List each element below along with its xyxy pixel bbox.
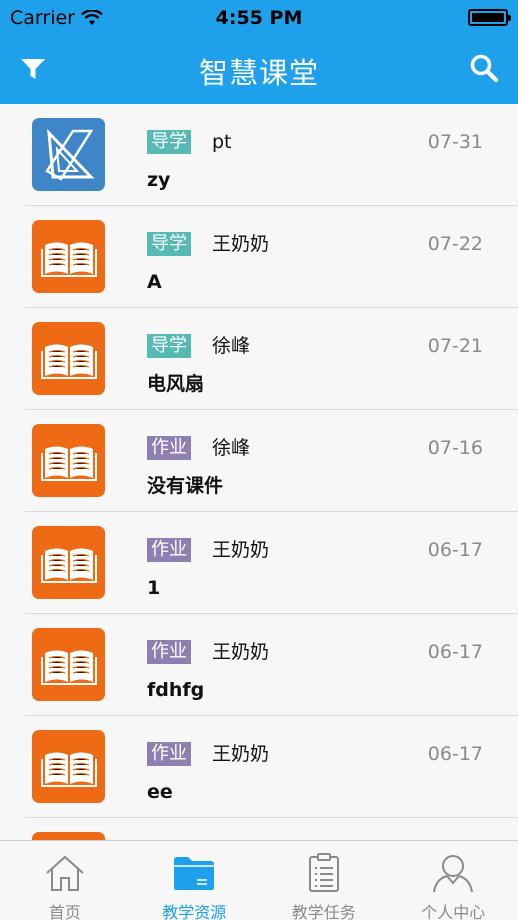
list-item[interactable]: 作业 王奶奶 06-17 fdhfg <box>0 614 518 716</box>
resource-name: fdhfg <box>147 679 205 701</box>
home-icon <box>0 851 130 895</box>
geometry-icon <box>39 125 99 185</box>
author-name: 王奶奶 <box>212 539 270 561</box>
book-icon <box>40 543 97 583</box>
tab-folder[interactable]: 教学资源 <box>130 841 260 920</box>
type-badge: 导学 <box>147 334 191 358</box>
resource-name: ee <box>147 781 173 803</box>
resource-thumbnail <box>32 628 105 701</box>
list-item[interactable]: 作业 徐峰 07-16 没有课件 <box>0 410 518 512</box>
resource-thumbnail <box>32 220 105 293</box>
search-icon <box>470 54 499 83</box>
header: Carrier 4:55 PM 智慧课堂 <box>0 0 518 104</box>
type-badge: 作业 <box>147 538 191 562</box>
user-icon <box>389 851 518 895</box>
page-title: 智慧课堂 <box>198 56 319 90</box>
tab-label: 首页 <box>48 903 81 920</box>
book-icon <box>40 339 97 379</box>
type-badge: 导学 <box>147 232 191 256</box>
list-item[interactable] <box>0 818 518 840</box>
list-item[interactable]: 导学 pt 07-31 zy <box>0 104 518 206</box>
book-icon <box>40 441 97 481</box>
resource-thumbnail <box>32 424 105 497</box>
list-item[interactable]: 导学 王奶奶 07-22 A <box>0 206 518 308</box>
book-icon <box>40 237 97 277</box>
resource-thumbnail <box>32 832 105 840</box>
tab-home[interactable]: 首页 <box>0 841 130 920</box>
status-time: 4:55 PM <box>215 7 303 29</box>
author-name: 王奶奶 <box>212 233 270 255</box>
resource-list: 导学 pt 07-31 zy 导学 王奶奶 07-22 A 导学 徐峰 07-21 电风扇 作业 徐峰 07… <box>0 104 518 840</box>
resource-thumbnail <box>32 322 105 395</box>
author-name: pt <box>212 131 232 153</box>
resource-name: 1 <box>147 577 161 599</box>
clipboard-icon <box>259 851 389 895</box>
book-icon <box>40 645 97 685</box>
tab-bar: 首页 教学资源 教学任务 个人中心 <box>0 840 518 920</box>
resource-thumbnail <box>32 526 105 599</box>
item-date: 07-21 <box>427 335 483 357</box>
tab-clipboard[interactable]: 教学任务 <box>259 841 389 920</box>
author-name: 王奶奶 <box>212 743 270 765</box>
resource-name: zy <box>147 169 171 191</box>
item-date: 06-17 <box>427 743 483 765</box>
item-date: 06-17 <box>427 539 483 561</box>
author-name: 徐峰 <box>212 335 251 357</box>
status-bar: Carrier 4:55 PM <box>0 0 518 34</box>
author-name: 徐峰 <box>212 437 251 459</box>
type-badge: 作业 <box>147 436 191 460</box>
tab-label: 个人中心 <box>421 903 486 920</box>
item-date: 07-16 <box>427 437 483 459</box>
item-date: 07-22 <box>427 233 483 255</box>
type-badge: 导学 <box>147 130 191 154</box>
list-item[interactable]: 导学 徐峰 07-21 电风扇 <box>0 308 518 410</box>
resource-name: 没有课件 <box>147 475 224 497</box>
type-badge: 作业 <box>147 742 191 766</box>
resource-thumbnail <box>32 730 105 803</box>
tab-label: 教学任务 <box>291 903 356 920</box>
resource-thumbnail <box>32 118 105 191</box>
folder-icon <box>130 851 260 895</box>
item-date: 07-31 <box>427 131 483 153</box>
tab-label: 教学资源 <box>162 903 227 920</box>
search-button[interactable] <box>466 50 502 86</box>
resource-name: 电风扇 <box>147 373 205 395</box>
tab-user[interactable]: 个人中心 <box>389 841 518 920</box>
book-icon <box>40 747 97 787</box>
type-badge: 作业 <box>147 640 191 664</box>
author-name: 王奶奶 <box>212 641 270 663</box>
navbar: 智慧课堂 <box>0 34 518 104</box>
resource-name: A <box>147 271 162 293</box>
list-item[interactable]: 作业 王奶奶 06-17 ee <box>0 716 518 818</box>
battery-icon <box>468 9 511 26</box>
list-item[interactable]: 作业 王奶奶 06-17 1 <box>0 512 518 614</box>
item-date: 06-17 <box>427 641 483 663</box>
